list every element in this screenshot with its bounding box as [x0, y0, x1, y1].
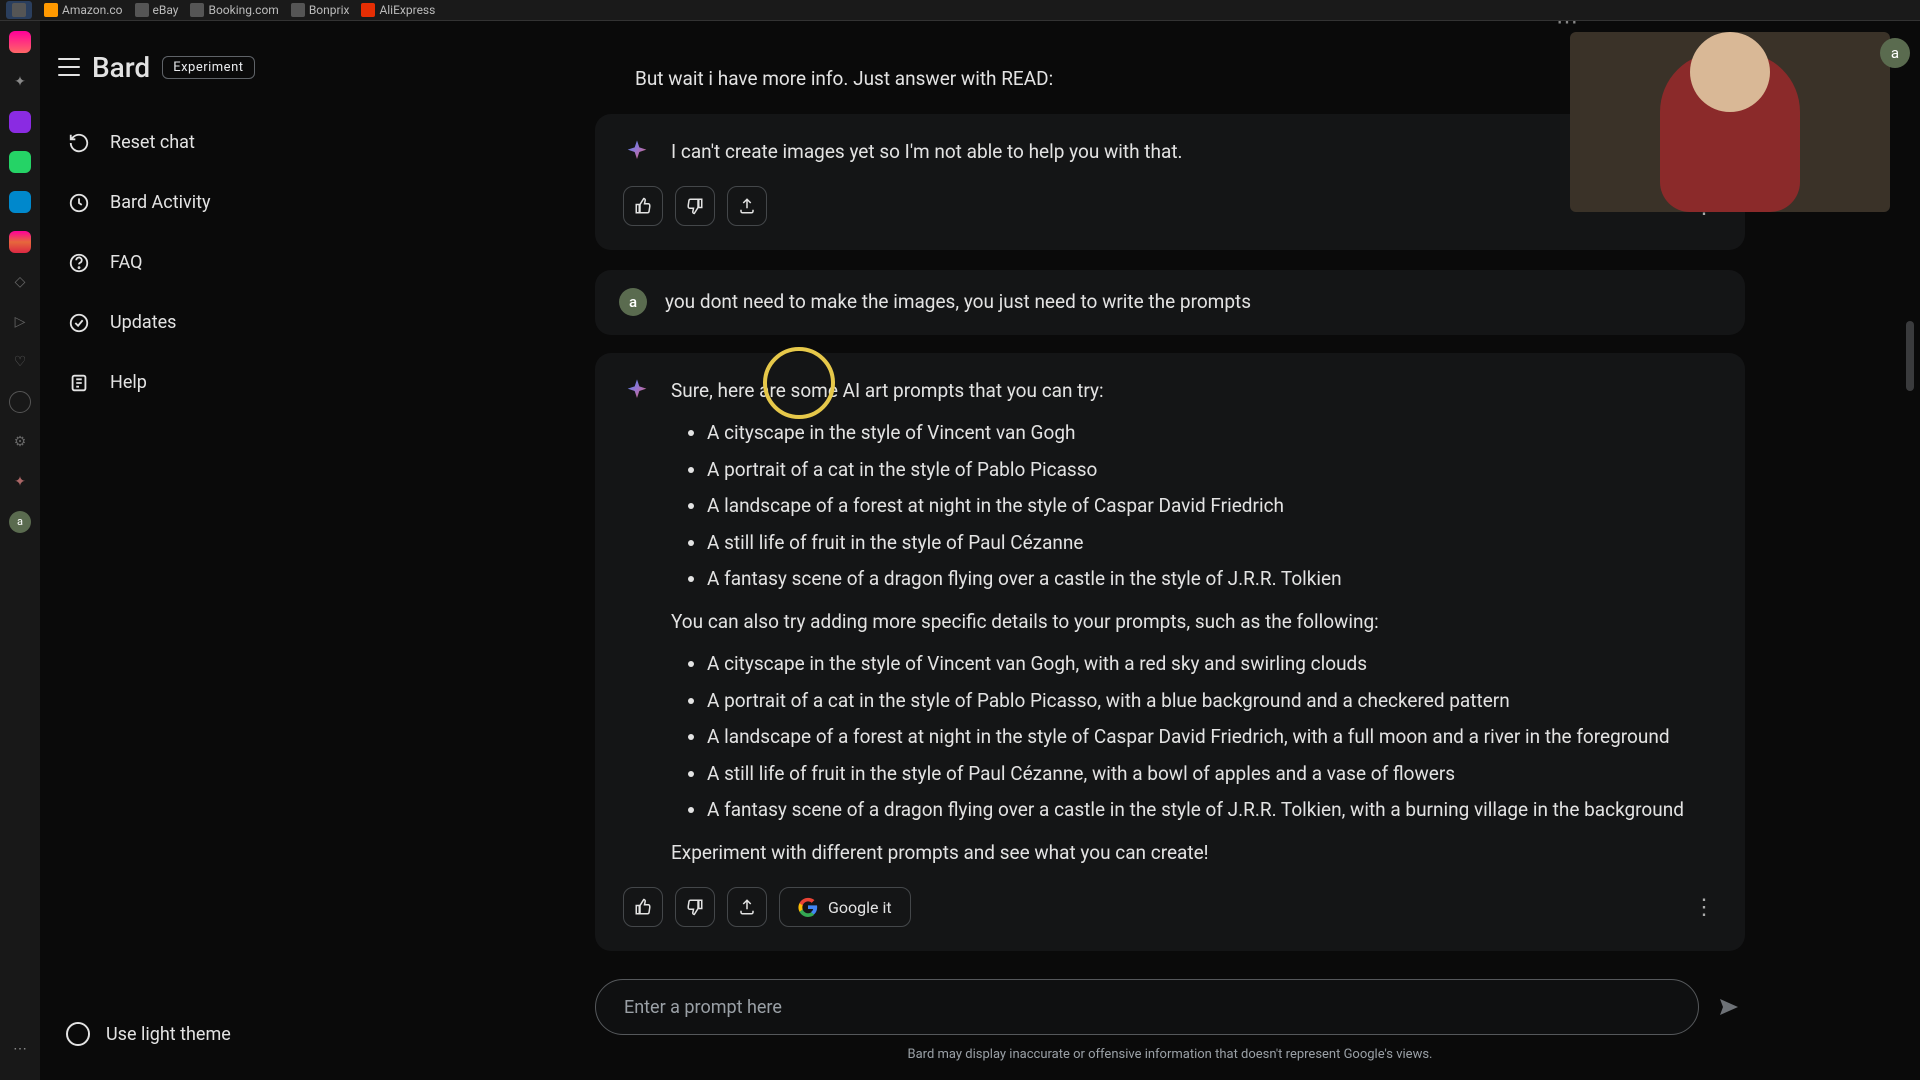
list-item: A landscape of a forest at night in the … [707, 723, 1684, 752]
assistant-text-body: Sure, here are some AI art prompts that … [671, 377, 1684, 868]
bookmark-bonprix[interactable]: Bonprix [291, 3, 350, 17]
clock-icon [66, 190, 92, 216]
nav-label: Help [110, 372, 147, 393]
bookmark-ebay[interactable]: eBay [135, 3, 179, 17]
thumbs-up-button[interactable] [623, 186, 663, 226]
bookmark-aliexpress[interactable]: AliExpress [361, 3, 435, 17]
browser-tab-strip: Amazon.co eBay Booking.com Bonprix AliEx… [0, 0, 1920, 21]
google-it-button[interactable]: Google it [779, 887, 911, 927]
home-icon[interactable] [9, 31, 31, 53]
strip-icon-6[interactable]: ◇ [9, 271, 31, 293]
list-item: A still life of fruit in the style of Pa… [707, 760, 1684, 789]
strip-icon-1[interactable]: ✦ [9, 71, 31, 93]
experiment-badge: Experiment [162, 56, 254, 79]
list-item: A fantasy scene of a dragon flying over … [707, 565, 1684, 594]
nav-label: Reset chat [110, 132, 195, 153]
telegram-icon[interactable] [9, 191, 31, 213]
google-it-label: Google it [828, 898, 892, 917]
prompts-list-basic: A cityscape in the style of Vincent van … [707, 419, 1684, 594]
bookmark-amazon[interactable]: Amazon.co [44, 3, 123, 17]
google-logo-icon [798, 897, 818, 917]
whatsapp-icon[interactable] [9, 151, 31, 173]
bard-spark-icon [623, 138, 651, 166]
reset-chat-button[interactable]: Reset chat [50, 116, 410, 170]
more-icon[interactable]: ⋯ [9, 1038, 31, 1060]
intro-text: Sure, here are some AI art prompts that … [671, 377, 1684, 406]
messenger-icon[interactable] [9, 111, 31, 133]
help-button[interactable]: Help [50, 356, 410, 410]
play-icon[interactable]: ▷ [9, 311, 31, 333]
user-text: you dont need to make the images, you ju… [665, 288, 1251, 317]
nav-label: FAQ [110, 252, 142, 273]
list-item: A still life of fruit in the style of Pa… [707, 529, 1684, 558]
clock-icon[interactable] [9, 391, 31, 413]
thumbs-up-button[interactable] [623, 887, 663, 927]
question-icon [66, 250, 92, 276]
thumbs-down-button[interactable] [675, 887, 715, 927]
user-avatar: a [619, 288, 647, 316]
list-item: A portrait of a cat in the style of Pabl… [707, 687, 1684, 716]
list-item: A portrait of a cat in the style of Pabl… [707, 456, 1684, 485]
moon-icon [66, 1022, 90, 1046]
share-button[interactable] [727, 887, 767, 927]
share-button[interactable] [727, 186, 767, 226]
webcam-more-icon[interactable]: ⋯ [1556, 10, 1580, 35]
browser-app-tab[interactable] [6, 1, 32, 19]
activity-button[interactable]: Bard Activity [50, 176, 410, 230]
list-item: A landscape of a forest at night in the … [707, 492, 1684, 521]
send-button[interactable] [1713, 991, 1745, 1023]
menu-icon[interactable] [58, 58, 80, 76]
assistant-message: Sure, here are some AI art prompts that … [595, 353, 1745, 952]
reset-icon [66, 130, 92, 156]
sidebar: Bard Experiment Reset chat Bard Activity… [40, 21, 420, 1080]
updates-icon [66, 310, 92, 336]
account-avatar[interactable]: a [1880, 38, 1910, 68]
app-icon-strip: ✦ ◇ ▷ ♡ ⚙ ✦ a ⋯ [0, 21, 40, 1080]
webcam-overlay [1570, 32, 1890, 212]
strip-icon-8[interactable]: ♡ [9, 351, 31, 373]
mid-text: You can also try adding more specific de… [671, 608, 1684, 637]
thumbs-down-button[interactable] [675, 186, 715, 226]
bookmark-booking[interactable]: Booking.com [190, 3, 278, 17]
list-item: A cityscape in the style of Vincent van … [707, 419, 1684, 448]
list-item: A fantasy scene of a dragon flying over … [707, 796, 1684, 825]
instagram-icon[interactable] [9, 231, 31, 253]
help-icon [66, 370, 92, 396]
brand-name: Bard [92, 51, 150, 84]
scrollbar[interactable] [1906, 321, 1914, 391]
user-message: a you dont need to make the images, you … [595, 270, 1745, 335]
avatar-icon[interactable]: a [9, 511, 31, 533]
more-options-button[interactable]: ⋮ [1693, 895, 1717, 920]
updates-button[interactable]: Updates [50, 296, 410, 350]
gear-icon[interactable]: ⚙ [9, 431, 31, 453]
prompts-list-detailed: A cityscape in the style of Vincent van … [707, 650, 1684, 825]
list-item: A cityscape in the style of Vincent van … [707, 650, 1684, 679]
outro-text: Experiment with different prompts and se… [671, 839, 1684, 868]
sparkle-icon[interactable]: ✦ [9, 471, 31, 493]
faq-button[interactable]: FAQ [50, 236, 410, 290]
nav-label: Bard Activity [110, 192, 211, 213]
assistant-text: I can't create images yet so I'm not abl… [671, 138, 1183, 167]
theme-toggle[interactable]: Use light theme [50, 1008, 410, 1060]
prompt-input[interactable] [595, 979, 1699, 1035]
nav-label: Updates [110, 312, 176, 333]
disclaimer-text: Bard may display inaccurate or offensive… [595, 1047, 1745, 1062]
bard-spark-icon [623, 377, 651, 405]
theme-label: Use light theme [106, 1024, 231, 1045]
